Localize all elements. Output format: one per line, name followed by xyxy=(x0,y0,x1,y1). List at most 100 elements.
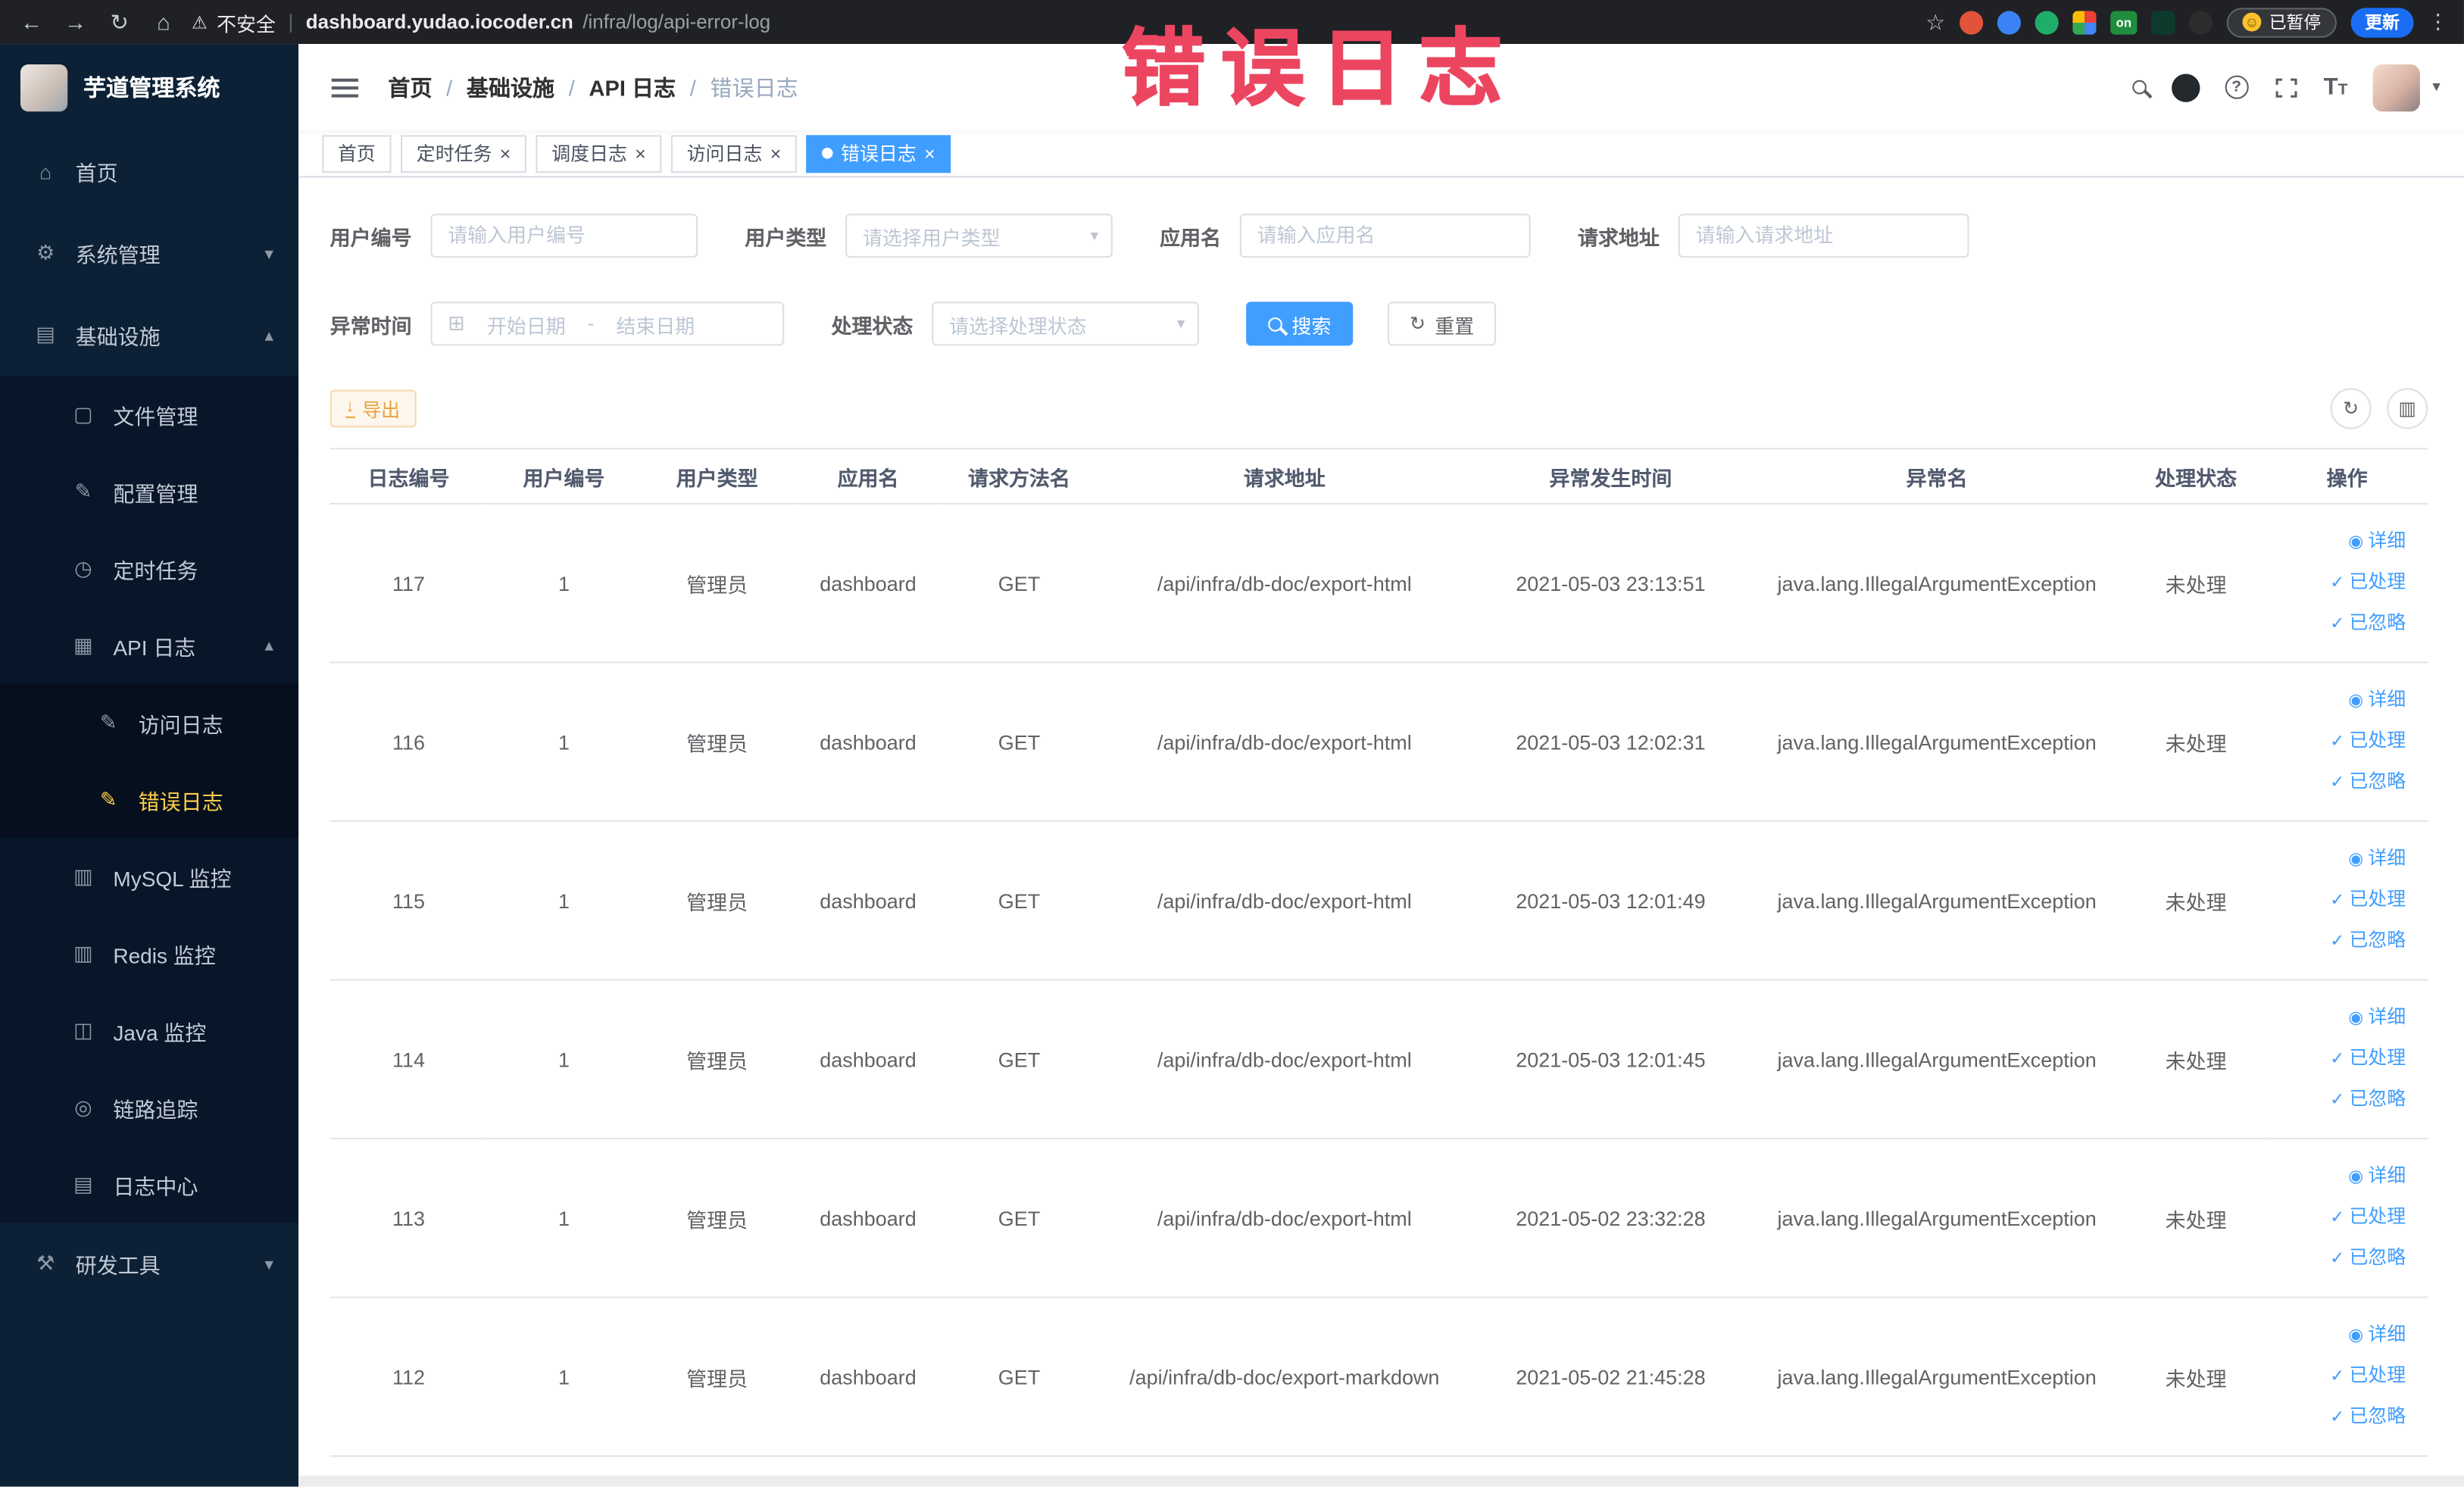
breadcrumb-item[interactable]: 基础设施 xyxy=(467,71,554,102)
user-id-input[interactable] xyxy=(430,214,698,258)
app-name-input[interactable] xyxy=(1239,214,1531,258)
reload-icon[interactable]: ↻ xyxy=(104,8,135,35)
breadcrumb-separator: / xyxy=(446,74,453,100)
sidebar-item-4[interactable]: ✎ 配置管理 xyxy=(0,452,299,530)
action-ignored[interactable]: ✓ 已忽略 xyxy=(2266,1239,2406,1279)
avatar[interactable] xyxy=(2372,64,2420,111)
close-icon[interactable]: × xyxy=(500,144,511,163)
font-size-icon[interactable]: TT xyxy=(2324,74,2348,101)
sidebar-item-6[interactable]: ▦ API 日志 ▴ xyxy=(0,606,299,684)
action-ignored[interactable]: ✓ 已忽略 xyxy=(2266,762,2406,803)
back-icon[interactable]: ← xyxy=(16,9,47,34)
extension-icon-green[interactable] xyxy=(2035,10,2059,34)
date-separator: - xyxy=(587,312,595,335)
extension-icon-paw[interactable] xyxy=(2188,10,2213,34)
bookmark-star-icon[interactable]: ☆ xyxy=(1925,8,1945,35)
home-icon: ⌂ xyxy=(39,159,52,183)
tab-3[interactable]: 访问日志 × xyxy=(671,134,798,173)
action-processed[interactable]: ✓ 已处理 xyxy=(2266,880,2406,921)
sidebar-item-5[interactable]: ◷ 定时任务 xyxy=(0,530,299,607)
address-bar[interactable]: ⚠ 不安全 | dashboard.yudao.iocoder.cn/infra… xyxy=(192,7,1913,36)
close-icon[interactable]: × xyxy=(924,144,935,163)
horizontal-scrollbar[interactable] xyxy=(298,1476,2464,1487)
sidebar-item-3[interactable]: ▢ 文件管理 xyxy=(0,375,299,453)
cell: 未处理 xyxy=(2125,1139,2266,1298)
tab-2[interactable]: 调度日志 × xyxy=(536,134,662,173)
table-row: 112 1 管理员 dashboard GET/api/infra/db-doc/exp… xyxy=(329,1297,2428,1457)
action-processed[interactable]: ✓ 已处理 xyxy=(2266,1039,2406,1079)
sidebar-item-13[interactable]: ▤ 日志中心 xyxy=(0,1145,299,1223)
update-button[interactable]: 更新 xyxy=(2350,7,2414,37)
tab-0[interactable]: 首页 xyxy=(322,134,392,173)
sidebar-item-0[interactable]: ⌂ 首页 xyxy=(0,130,298,212)
tags-bar: 首页 定时任务 × 调度日志 × 访问日志 × 错误日志 × xyxy=(298,130,2464,178)
navbar-actions: ? TT ▾ xyxy=(2131,64,2441,111)
export-button[interactable]: ↓ 导出 xyxy=(329,389,416,428)
reset-button[interactable]: ↻ 重置 xyxy=(1387,301,1497,346)
menu-dots-icon[interactable]: ⋮ xyxy=(2428,9,2448,34)
action-processed[interactable]: ✓ 已处理 xyxy=(2266,563,2406,604)
exception-time-range-picker[interactable]: ⊞ 开始日期 - 结束日期 xyxy=(430,301,785,346)
breadcrumb-item[interactable]: 首页 xyxy=(388,71,432,102)
help-icon[interactable]: ? xyxy=(2224,75,2249,99)
action-ignored[interactable]: ✓ 已忽略 xyxy=(2266,921,2406,962)
sidebar-item-11[interactable]: ◫ Java 监控 xyxy=(0,992,299,1069)
breadcrumb-item: 错误日志 xyxy=(710,74,798,100)
sidebar-item-9[interactable]: ▥ MySQL 监控 xyxy=(0,837,299,915)
tab-1[interactable]: 定时任务 × xyxy=(401,134,527,173)
action-detail[interactable]: ◉ 详细 xyxy=(2266,522,2406,563)
github-icon[interactable] xyxy=(2171,73,2200,102)
sidebar-item-2[interactable]: ▤ 基础设施 ▴ xyxy=(0,294,298,376)
sidebar-item-10[interactable]: ▥ Redis 监控 xyxy=(0,914,299,992)
filter-request-url: 请求地址 xyxy=(1578,214,1969,258)
action-ignored[interactable]: ✓ 已忽略 xyxy=(2266,604,2406,645)
check-icon: ✓ xyxy=(2330,1049,2345,1069)
browser-home-icon[interactable]: ⌂ xyxy=(148,9,179,34)
search-button[interactable]: 搜索 xyxy=(1246,301,1354,346)
breadcrumb-item[interactable]: API 日志 xyxy=(589,71,676,102)
hamburger-icon[interactable] xyxy=(325,77,363,97)
sidebar-item-label: 访问日志 xyxy=(138,712,223,736)
action-processed[interactable]: ✓ 已处理 xyxy=(2266,1198,2406,1239)
forward-icon[interactable]: → xyxy=(60,9,91,34)
search-icon[interactable] xyxy=(2131,73,2147,101)
tab-4[interactable]: 错误日志 × xyxy=(806,134,951,173)
action-detail[interactable]: ◉ 详细 xyxy=(2266,839,2406,880)
action-detail[interactable]: ◉ 详细 xyxy=(2266,998,2406,1039)
logo[interactable]: 芋道管理系统 xyxy=(0,44,298,130)
extension-icon-orange[interactable] xyxy=(1960,10,1984,34)
extension-icon-leaf[interactable] xyxy=(2151,10,2175,34)
sidebar-item-1[interactable]: ⚙ 系统管理 ▾ xyxy=(0,212,298,294)
action-detail[interactable]: ◉ 详细 xyxy=(2266,1315,2406,1356)
cell: 管理员 xyxy=(640,503,794,664)
action-processed[interactable]: ✓ 已处理 xyxy=(2266,721,2406,762)
action-processed[interactable]: ✓ 已处理 xyxy=(2266,1356,2406,1397)
fullscreen-icon[interactable] xyxy=(2273,75,2298,100)
cell: 117 xyxy=(329,503,488,664)
extension-icon-on[interactable]: on xyxy=(2110,10,2138,34)
filter-label: 处理状态 xyxy=(831,313,913,338)
action-detail[interactable]: ◉ 详细 xyxy=(2266,680,2406,721)
cell: GET xyxy=(942,1139,1096,1298)
process-status-select[interactable]: 请选择处理状态 ▾ xyxy=(932,301,1199,346)
user-type-select[interactable]: 请选择用户类型 ▾ xyxy=(845,214,1113,258)
extension-icon-grid[interactable] xyxy=(2072,10,2097,34)
sidebar-item-14[interactable]: ⚒ 研发工具 ▾ xyxy=(0,1223,298,1304)
action-label: 已忽略 xyxy=(2349,929,2406,951)
action-ignored[interactable]: ✓ 已忽略 xyxy=(2266,1079,2406,1120)
sidebar-item-8[interactable]: ✎ 错误日志 xyxy=(0,761,299,838)
action-ignored[interactable]: ✓ 已忽略 xyxy=(2266,1397,2406,1438)
logo-image xyxy=(20,64,68,111)
columns-button[interactable]: ▥ xyxy=(2387,388,2428,430)
close-icon[interactable]: × xyxy=(770,144,782,163)
profile-paused-badge[interactable]: ☺ 已暂停 xyxy=(2226,7,2337,37)
column-header: 请求地址 xyxy=(1095,448,1474,505)
chevron-down-icon[interactable]: ▾ xyxy=(2432,79,2440,96)
action-detail[interactable]: ◉ 详细 xyxy=(2266,1157,2406,1198)
request-url-input[interactable] xyxy=(1678,214,1969,258)
sidebar-item-12[interactable]: ◎ 链路追踪 xyxy=(0,1068,299,1146)
sidebar-item-7[interactable]: ✎ 访问日志 xyxy=(0,683,299,761)
refresh-button[interactable]: ↻ xyxy=(2330,388,2372,430)
close-icon[interactable]: × xyxy=(635,144,646,163)
extension-icon-blue[interactable] xyxy=(1997,10,2021,34)
